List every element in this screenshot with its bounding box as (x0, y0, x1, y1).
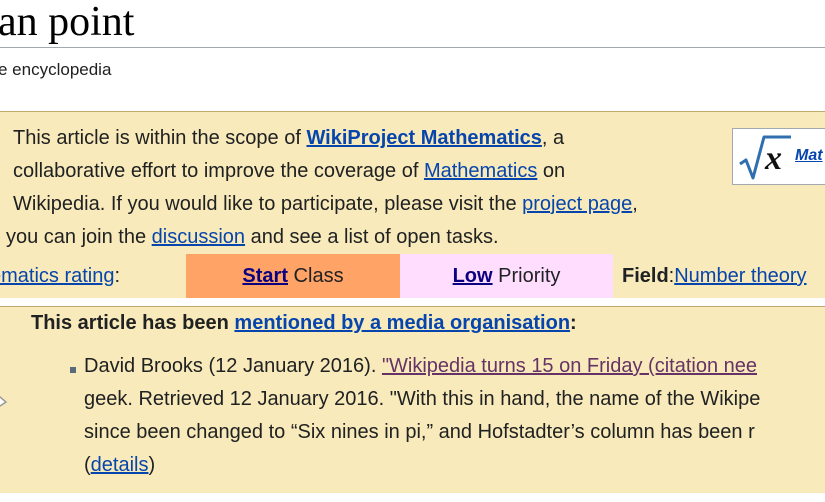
class-label: Class (288, 265, 344, 287)
title-divider (0, 47, 825, 48)
media-heading: This article has been mentioned by a med… (31, 312, 577, 335)
entry-line-1: David Brooks (12 January 2016). "Wikiped… (84, 350, 825, 383)
number-theory-link[interactable]: Number theory (674, 265, 806, 287)
entry-line-3: since been changed to “Six nines in pi,”… (84, 421, 755, 443)
media-heading-colon: : (570, 312, 577, 334)
banner-text-1b: , a (541, 127, 565, 149)
banner-text-3: Wikipedia. If you would like to particip… (13, 193, 523, 215)
mathematics-link[interactable]: Mathematics (424, 160, 537, 182)
media-organisation-link[interactable]: mentioned by a media organisation (234, 312, 570, 334)
class-rating-cell: Start Class (186, 254, 400, 298)
wikiproject-logo-box[interactable]: x Mat (732, 128, 825, 185)
page-content: an point e encyclopedia This article is … (0, 0, 825, 502)
banner-line-2: collaborative effort to improve the cove… (13, 155, 718, 188)
banner-text-3b: , (632, 193, 638, 215)
banner-text-4b: and see a list of open tasks. (245, 226, 499, 248)
site-tagline: e encyclopedia (0, 60, 112, 79)
banner-text-2: collaborative effort to improve the cove… (13, 160, 424, 182)
entry-paren-open: ( (84, 454, 91, 476)
start-class-link[interactable]: Start (242, 265, 288, 287)
banner-line-4: you can join the discussion and see a li… (6, 221, 718, 254)
discussion-link[interactable]: discussion (152, 226, 245, 248)
wikiproject-text: This article is within the scope of Wiki… (6, 122, 718, 254)
entry-paren-close: ) (148, 454, 156, 476)
priority-rating-cell: Low Priority (400, 254, 613, 298)
wikiproject-banner: This article is within the scope of Wiki… (0, 111, 825, 255)
media-heading-text: This article has been (31, 312, 235, 334)
priority-label: Priority (492, 265, 561, 287)
mathematics-portal-link[interactable]: Mat (795, 147, 823, 165)
media-entry: David Brooks (12 January 2016). "Wikiped… (84, 350, 825, 482)
project-page-link[interactable]: project page (522, 193, 632, 215)
mathematics-rating-link[interactable]: ematics rating (0, 265, 115, 287)
low-priority-link[interactable]: Low (453, 265, 493, 287)
rating-colon: : (114, 265, 121, 287)
wikiproject-mathematics-link[interactable]: WikiProject Mathematics (306, 127, 541, 149)
details-link[interactable]: details (91, 454, 149, 476)
entry-line-4: (details) (84, 449, 825, 482)
svg-text:x: x (764, 140, 782, 177)
banner-text-2b: on (537, 160, 566, 182)
field-cell: Field:Number theory (622, 254, 807, 298)
banner-line-3: Wikipedia. If you would like to particip… (13, 188, 718, 221)
banner-line-1: This article is within the scope of Wiki… (13, 122, 718, 155)
banner-text-4: you can join the (6, 226, 152, 248)
entry-line-2: geek. Retrieved 12 January 2016. "With t… (84, 388, 761, 410)
speech-arrow-icon (0, 396, 8, 407)
page-title: an point (0, 0, 135, 45)
list-bullet-icon (70, 367, 76, 373)
media-mention-box: This article has been mentioned by a med… (0, 306, 825, 493)
citation-article-link[interactable]: "Wikipedia turns 15 on Friday (citation … (382, 355, 757, 377)
assessment-row: ematics rating: Start Class Low Priority… (0, 254, 825, 298)
banner-separator (0, 298, 825, 306)
sqrt-x-icon: x (739, 135, 791, 180)
banner-text-1: This article is within the scope of (13, 127, 307, 149)
rating-label-cell: ematics rating: (0, 254, 120, 298)
entry-author-date: David Brooks (12 January 2016). (84, 355, 382, 377)
field-label: Field (622, 265, 669, 287)
